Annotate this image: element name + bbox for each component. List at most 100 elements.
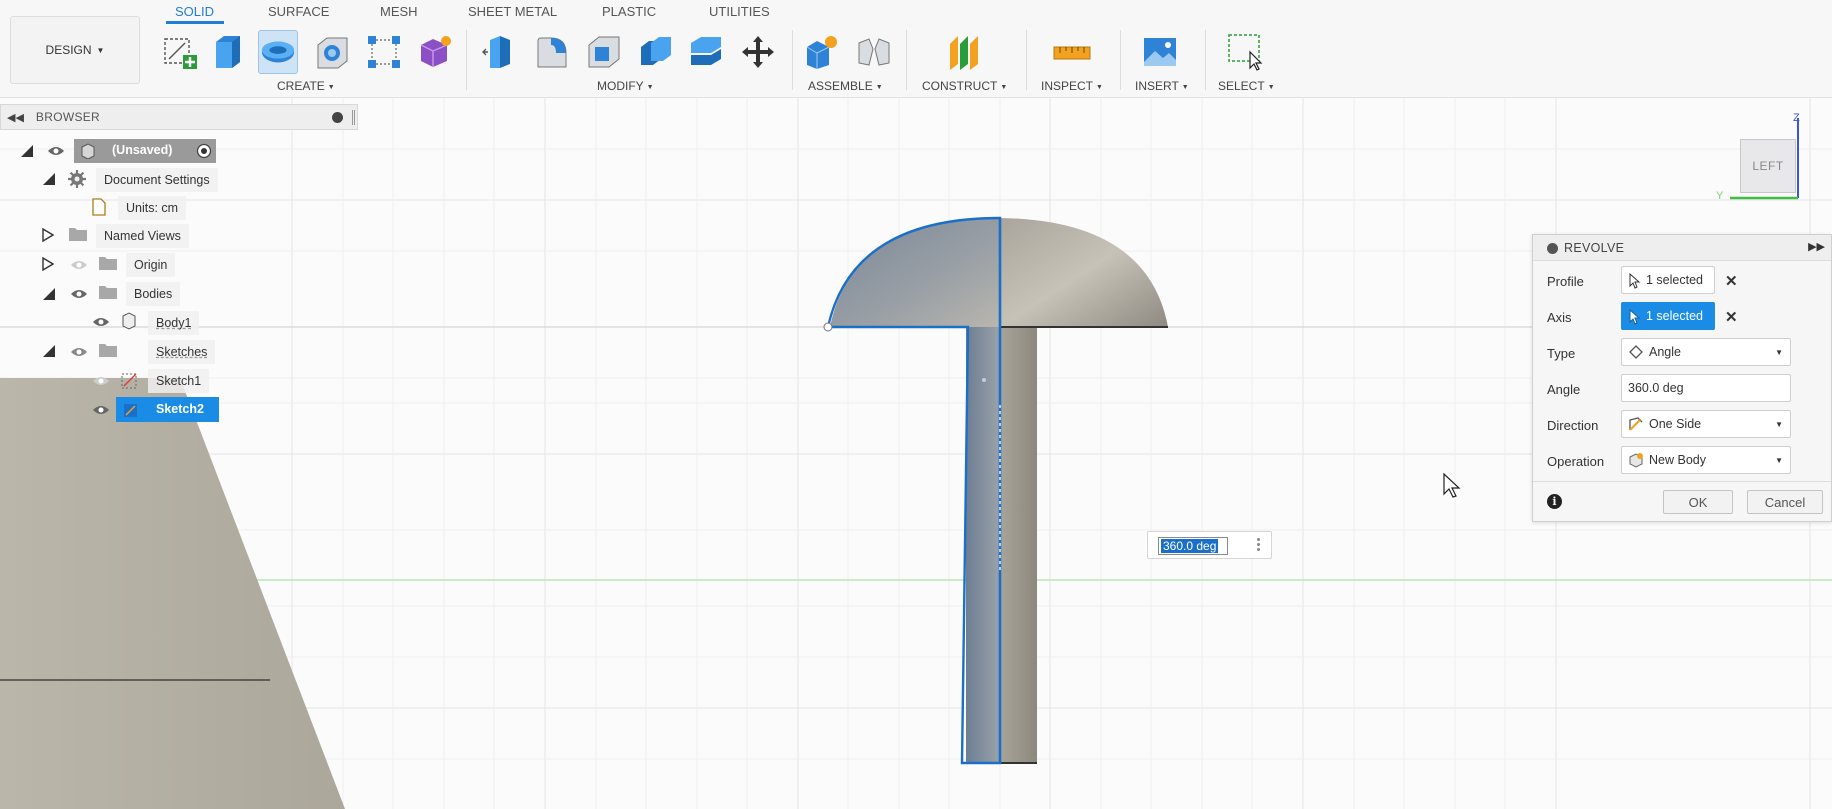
more-options-icon[interactable] xyxy=(1257,538,1261,554)
tab-sheet-metal[interactable]: SHEET METAL xyxy=(468,4,557,19)
measure-icon[interactable] xyxy=(1052,30,1092,74)
browser-pin-icon[interactable] xyxy=(332,112,343,123)
browser-header: ◀◀ BROWSER xyxy=(0,104,358,130)
clear-axis-icon[interactable]: ✕ xyxy=(1725,308,1738,326)
origin-node[interactable]: Origin xyxy=(126,253,176,277)
root-label: (Unsaved) xyxy=(112,143,173,157)
toolbar-separator xyxy=(1120,30,1121,90)
joint-icon[interactable] xyxy=(854,30,894,74)
split-body-icon[interactable] xyxy=(686,30,726,74)
angle-hud: 360.0 deg xyxy=(1147,531,1272,559)
expand-triangle-icon[interactable] xyxy=(42,172,56,186)
dialog-pin-icon[interactable] xyxy=(1547,243,1558,254)
create-menu[interactable]: CREATE ▼ xyxy=(277,79,335,93)
create-sketch-icon[interactable] xyxy=(160,30,200,74)
expand-right-icon[interactable] xyxy=(42,228,54,242)
type-dropdown[interactable]: Angle ▼ xyxy=(1621,338,1791,366)
body1-node[interactable]: Body1 xyxy=(148,311,200,335)
create-form-icon[interactable] xyxy=(414,30,454,74)
revolve-dialog: REVOLVE ▶▶ Profile 1 selected ✕ Axis 1 s… xyxy=(1532,234,1832,522)
direction-dropdown[interactable]: One Side ▼ xyxy=(1621,410,1791,438)
tab-mesh[interactable]: MESH xyxy=(380,4,418,19)
folder-icon xyxy=(99,344,117,357)
modify-menu[interactable]: MODIFY ▼ xyxy=(597,79,654,93)
expand-triangle-icon[interactable] xyxy=(20,144,34,158)
folder-icon xyxy=(69,228,87,241)
combine-icon[interactable] xyxy=(636,30,676,74)
activate-radio-icon[interactable] xyxy=(196,143,212,159)
one-side-icon xyxy=(1629,417,1643,431)
caret-down-icon: ▼ xyxy=(96,45,105,55)
inspect-menu[interactable]: INSPECT ▼ xyxy=(1041,79,1103,93)
tab-utilities[interactable]: UTILITIES xyxy=(709,4,770,19)
cancel-button[interactable]: Cancel xyxy=(1747,490,1823,514)
sketch-icon xyxy=(124,404,137,417)
insert-image-icon[interactable] xyxy=(1140,30,1180,74)
hole-icon[interactable] xyxy=(312,30,352,74)
units-node[interactable]: Units: cm xyxy=(118,196,187,220)
select-menu[interactable]: SELECT ▼ xyxy=(1218,79,1275,93)
sketch2-node[interactable]: Sketch2 xyxy=(116,397,219,422)
sketch1-node[interactable]: Sketch1 xyxy=(148,369,210,393)
expand-triangle-icon[interactable] xyxy=(42,287,56,301)
expand-right-icon[interactable] xyxy=(42,257,54,271)
browser-resize-handle[interactable] xyxy=(352,110,355,125)
eye-icon[interactable] xyxy=(70,346,88,358)
operation-dropdown[interactable]: New Body ▼ xyxy=(1621,446,1791,474)
viewcube-left-face[interactable]: LEFT xyxy=(1740,139,1796,193)
expand-triangle-icon[interactable] xyxy=(42,344,56,358)
construct-menu[interactable]: CONSTRUCT ▼ xyxy=(922,79,1007,93)
view-cube[interactable]: Z Y LEFT xyxy=(1700,112,1810,212)
fusion-app: DESIGN ▼ SOLID SURFACE MESH SHEET METAL … xyxy=(0,0,1832,809)
active-tab-indicator xyxy=(166,21,224,24)
shell-icon[interactable] xyxy=(584,30,624,74)
eye-icon[interactable] xyxy=(47,145,65,157)
toolbar-separator xyxy=(1205,30,1206,90)
workspace-switcher[interactable]: DESIGN ▼ xyxy=(10,16,140,84)
toolbar-separator xyxy=(1026,30,1027,90)
new-body-icon xyxy=(1629,453,1643,468)
eye-hidden-icon[interactable] xyxy=(70,259,88,271)
press-pull-icon[interactable] xyxy=(480,30,520,74)
eye-icon[interactable] xyxy=(70,288,88,300)
clear-profile-icon[interactable]: ✕ xyxy=(1725,272,1738,290)
bodies-node[interactable]: Bodies xyxy=(126,282,181,306)
insert-menu[interactable]: INSERT ▼ xyxy=(1135,79,1189,93)
angle-type-icon xyxy=(1629,345,1643,359)
root-node[interactable]: (Unsaved) xyxy=(74,139,216,163)
collapse-browser-icon[interactable]: ◀◀ xyxy=(7,111,24,124)
document-page-icon xyxy=(92,198,106,216)
ok-button[interactable]: OK xyxy=(1663,490,1733,514)
revolve-dialog-title: REVOLVE xyxy=(1564,241,1625,255)
eye-icon[interactable] xyxy=(92,316,110,328)
extrude-icon[interactable] xyxy=(208,30,248,74)
browser-title: BROWSER xyxy=(35,110,101,124)
axis-select-button[interactable]: 1 selected xyxy=(1621,302,1715,330)
named-views-node[interactable]: Named Views xyxy=(96,224,189,248)
angle-input[interactable] xyxy=(1621,374,1791,402)
mouse-cursor xyxy=(1443,472,1461,498)
eye-icon[interactable] xyxy=(92,404,110,416)
sketch-icon xyxy=(121,373,137,389)
pattern-icon[interactable] xyxy=(364,30,404,74)
info-icon[interactable]: i xyxy=(1547,494,1562,509)
cone-body xyxy=(0,378,345,809)
new-component-icon[interactable] xyxy=(802,30,842,74)
move-icon[interactable] xyxy=(738,30,778,74)
tab-plastic[interactable]: PLASTIC xyxy=(602,4,656,19)
document-settings-node[interactable]: Document Settings xyxy=(96,168,218,192)
ribbon-toolbar: DESIGN ▼ SOLID SURFACE MESH SHEET METAL … xyxy=(0,0,1832,98)
tab-solid[interactable]: SOLID xyxy=(175,4,214,19)
revolve-icon[interactable] xyxy=(258,30,298,74)
offset-plane-icon[interactable] xyxy=(945,30,985,74)
profile-select-button[interactable]: 1 selected xyxy=(1621,266,1715,294)
assemble-menu[interactable]: ASSEMBLE ▼ xyxy=(808,79,883,93)
sketches-node[interactable]: Sketches xyxy=(148,340,216,364)
tab-surface[interactable]: SURFACE xyxy=(268,4,329,19)
operation-label: Operation xyxy=(1547,454,1605,469)
angle-hud-input[interactable]: 360.0 deg xyxy=(1158,537,1228,555)
eye-hidden-icon[interactable] xyxy=(92,375,110,387)
fillet-icon[interactable] xyxy=(532,30,572,74)
expand-dialog-icon[interactable]: ▶▶ xyxy=(1808,240,1825,253)
window-select-icon[interactable] xyxy=(1226,30,1266,74)
